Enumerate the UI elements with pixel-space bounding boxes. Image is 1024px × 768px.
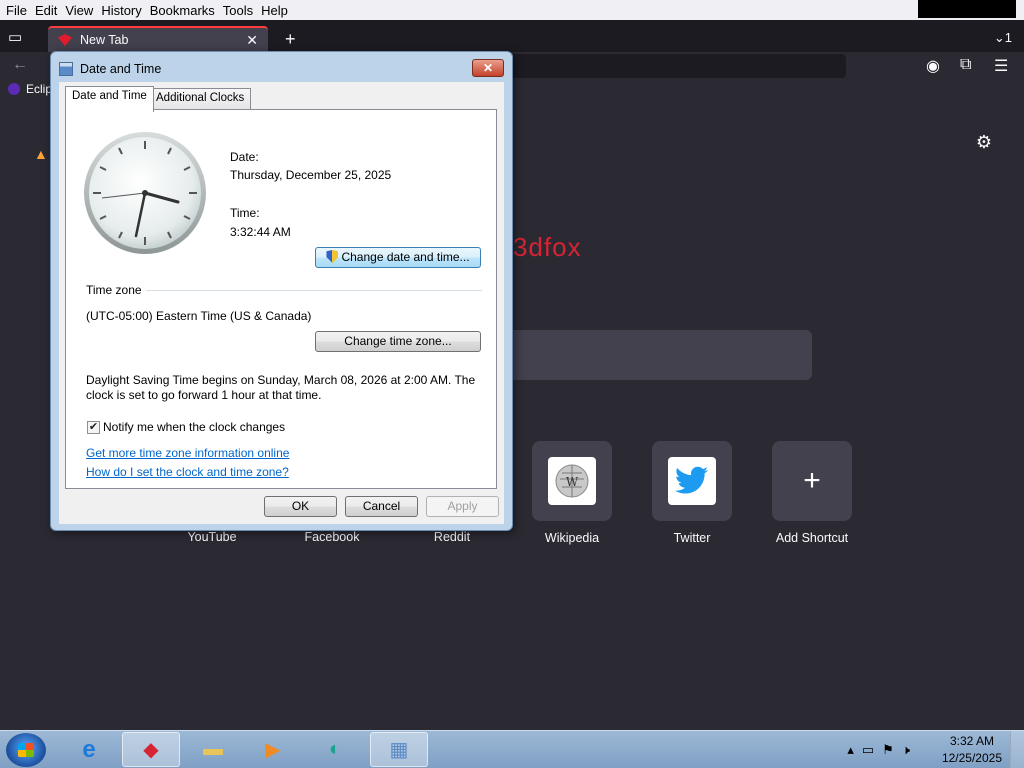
taskbar-date: 12/25/2025 [941,751,1002,765]
date-value: Thursday, December 25, 2025 [230,168,392,182]
brand-wordmark: 3dfox [513,232,582,262]
date-label: Date: [230,150,259,164]
show-desktop-button[interactable] [1010,731,1024,768]
volume-icon[interactable]: 🕨 [902,742,910,758]
shortcut-tile[interactable]: + [772,441,852,521]
menu-view[interactable]: View [61,3,97,18]
tab-list-icon[interactable]: ▭ [8,28,30,46]
menu-bookmarks[interactable]: Bookmarks [146,3,219,18]
system-tray: ▴ ▭ ⚑ 🕨 [847,733,918,767]
shortcut-reddit[interactable]: Reddit [392,530,512,544]
tab-title: New Tab [80,33,129,47]
calendar-clock-icon [59,62,73,76]
menu-file[interactable]: File [2,3,31,18]
shortcut-twitter[interactable]: Twitter [652,441,732,545]
media-player-icon[interactable]: ▶ [244,732,302,767]
teamviewer-icon[interactable]: ◐ [306,732,364,767]
menu-tools[interactable]: Tools [219,3,257,18]
url-bar[interactable] [510,54,846,78]
window-controls[interactable] [918,0,1016,18]
hamburger-menu-icon[interactable]: ☰ [994,56,1008,76]
eclipse-icon [8,83,20,95]
action-center-flag-icon[interactable]: ⚑ [882,742,894,758]
back-arrow-icon[interactable]: ← [12,56,28,74]
dst-info-line1: Daylight Saving Time begins on Sunday, M… [86,373,476,387]
wikipedia-icon: W [548,457,596,505]
analog-clock [84,132,206,254]
dialog-title: Date and Time [80,62,162,76]
twitter-icon [668,457,716,505]
search-input[interactable] [500,330,812,380]
menu-edit[interactable]: Edit [31,3,61,18]
account-icon[interactable]: ◉ [926,56,940,76]
notify-label[interactable]: Notify me when the clock changes [103,420,285,434]
tab-additional-clocks[interactable]: Additional Clocks [149,88,252,110]
shortcut-tile[interactable]: W [532,441,612,521]
show-hidden-icons-icon[interactable]: ▴ [847,742,854,758]
shortcut-facebook[interactable]: Facebook [272,530,392,544]
dialog-body: Date and Time Additional Clocks Date: Th… [59,82,504,524]
apply-button[interactable]: Apply [426,496,499,517]
new-tab-icon[interactable]: + [285,29,296,50]
browser-taskbar-icon[interactable]: ◆ [122,732,180,767]
ok-button[interactable]: OK [264,496,337,517]
shortcut-label: Add Shortcut [775,531,849,545]
shortcut-add[interactable]: + Add Shortcut [772,441,852,545]
tab-overflow-icon[interactable]: ⌄1 [994,30,1012,46]
uac-shield-icon [326,250,339,263]
change-date-time-label: Change date and time... [341,250,470,264]
help-clock-link[interactable]: How do I set the clock and time zone? [86,465,289,479]
shortcut-youtube[interactable]: YouTube [152,530,272,544]
timezone-value: (UTC-05:00) Eastern Time (US & Canada) [86,309,312,323]
tab-new-tab[interactable]: New Tab ✕ [48,26,268,52]
shortcut-tile[interactable] [652,441,732,521]
start-button[interactable] [6,733,46,767]
menu-help[interactable]: Help [257,3,292,18]
date-time-dialog: Date and Time ✕ Date and Time Additional… [50,51,513,531]
shortcut-wikipedia[interactable]: W Wikipedia [532,441,612,545]
tab-panel: Date: Thursday, December 25, 2025 Time: … [65,109,497,489]
extensions-icon[interactable]: ⧉ [960,56,971,74]
browser-logo-icon [58,34,72,46]
timezone-info-link[interactable]: Get more time zone information online [86,446,289,460]
bookmark-label: Eclip [26,82,53,96]
dst-info-line2: clock is set to go forward 1 hour at tha… [86,388,322,402]
shortcut-label: Twitter [673,531,711,545]
cancel-button[interactable]: Cancel [345,496,418,517]
tab-date-and-time[interactable]: Date and Time [65,86,154,112]
taskbar: e ◆ ▬ ▶ ◐ ▦ ▴ ▭ ⚑ 🕨 3:32 AM 12/25/2025 [0,730,1024,768]
date-time-taskbar-icon[interactable]: ▦ [370,732,428,767]
change-time-zone-button[interactable]: Change time zone... [315,331,481,352]
change-date-time-button[interactable]: Change date and time... [315,247,481,268]
windows-logo-icon [18,743,34,757]
tab-bar: ▭ New Tab ✕ + ⌄1 [0,20,1024,52]
bookmark-item[interactable]: Eclip [8,82,52,96]
file-explorer-icon[interactable]: ▬ [184,732,242,767]
close-tab-icon[interactable]: ✕ [246,32,258,49]
notify-checkbox[interactable]: ✔ [87,421,100,434]
shortcut-label: Wikipedia [544,531,600,545]
gear-icon[interactable]: ⚙ [976,132,992,153]
menu-history[interactable]: History [97,3,145,18]
menu-bar: File Edit View History Bookmarks Tools H… [0,0,1024,20]
taskbar-clock[interactable]: 3:32 AM 12/25/2025 [942,733,1002,767]
plus-icon: + [803,464,821,497]
time-label: Time: [230,206,260,220]
svg-text:W: W [566,475,579,489]
timezone-heading: Time zone [86,283,142,297]
taskbar-time: 3:32 AM [949,734,994,748]
dialog-title-bar: Date and Time [59,58,161,80]
section-divider [146,290,482,291]
close-button[interactable]: ✕ [472,59,504,77]
network-icon[interactable]: ▭ [862,742,874,758]
internet-explorer-icon[interactable]: e [60,732,118,767]
time-value: 3:32:44 AM [230,225,291,239]
warning-icon[interactable]: ▲ [34,146,48,162]
